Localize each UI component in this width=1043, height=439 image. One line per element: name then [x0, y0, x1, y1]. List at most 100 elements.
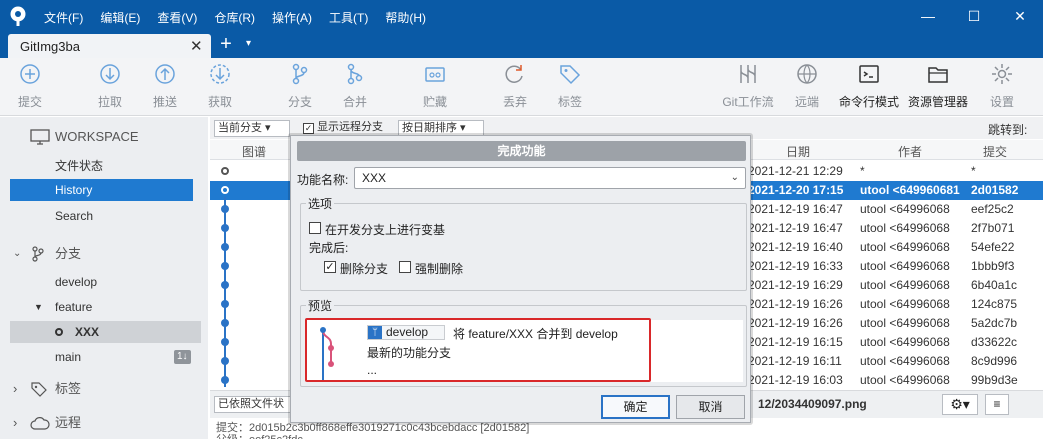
after-label: 完成后: — [309, 241, 349, 255]
menu-help[interactable]: 帮助(H) — [385, 9, 426, 26]
cell-commit: 6b40a1c — [971, 278, 1018, 292]
expand-chevron-icon[interactable]: › — [13, 378, 17, 400]
minimize-button[interactable]: — — [905, 0, 951, 32]
sidebar-item-feature[interactable]: ▼ feature — [0, 296, 208, 318]
tags-label: 标签 — [55, 381, 82, 396]
cell-commit: eef25c2 — [971, 202, 1014, 216]
cloud-icon — [30, 417, 50, 430]
branch-icon — [32, 246, 44, 262]
cell-author: utool <64996068 — [860, 278, 950, 292]
tab-title: GitImg3ba — [20, 39, 80, 54]
discard-icon — [505, 65, 523, 83]
git-flow-button[interactable]: Git工作流 — [720, 62, 776, 112]
cell-author: utool <64996068 — [860, 240, 950, 254]
merge-icon — [347, 63, 363, 85]
explorer-button[interactable]: 资源管理器 — [907, 62, 969, 112]
branches-label: 分支 — [55, 246, 82, 261]
sidebar-remotes-header[interactable]: › 远程 — [0, 412, 208, 434]
delete-branch-label: 删除分支 — [340, 262, 389, 276]
ok-button[interactable]: 确定 — [601, 395, 670, 419]
feature-label: feature — [55, 300, 93, 314]
discard-label: 丢弃 — [502, 95, 527, 109]
sidebar-item-history[interactable]: History — [10, 179, 193, 201]
col-author[interactable]: 作者 — [898, 143, 922, 160]
cell-date: 2021-12-19 16:26 — [748, 297, 843, 311]
sidebar-item-search[interactable]: Search — [0, 205, 208, 227]
menu-actions[interactable]: 操作(A) — [272, 9, 312, 26]
workspace-label: WORKSPACE — [55, 129, 139, 144]
gear-icon[interactable]: ⚙▾ — [942, 394, 978, 415]
stash-button[interactable]: 贮藏 — [415, 62, 455, 112]
tab-bar: GitImg3ba ✕ + ▾ — [0, 32, 1043, 58]
fetch-button[interactable]: 获取 — [200, 62, 240, 112]
sidebar-item-file-status[interactable]: 文件状态 — [0, 155, 208, 177]
cancel-button[interactable]: 取消 — [676, 395, 745, 419]
menu-repository[interactable]: 仓库(R) — [214, 9, 255, 26]
cell-author: utool <64996068 — [860, 221, 950, 235]
title-bar: 文件(F) 编辑(E) 查看(V) 仓库(R) 操作(A) 工具(T) 帮助(H… — [0, 0, 1043, 32]
tag-icon — [31, 382, 47, 397]
commit-button[interactable]: 提交 — [10, 62, 50, 112]
sidebar-branches-header[interactable]: ⌄ 分支 — [0, 243, 208, 265]
menu-view[interactable]: 查看(V) — [157, 9, 197, 26]
branch-button[interactable]: 分支 — [280, 62, 320, 112]
cell-commit: 1bbb9f3 — [971, 259, 1015, 273]
maximize-button[interactable]: ☐ — [951, 0, 997, 32]
remotes-label: 远程 — [55, 415, 82, 430]
menu-bar: 文件(F) 编辑(E) 查看(V) 仓库(R) 操作(A) 工具(T) 帮助(H… — [44, 9, 443, 26]
settings-button[interactable]: 设置 — [982, 62, 1022, 112]
col-graph[interactable]: 图谱 — [242, 143, 266, 160]
terminal-button[interactable]: 命令行模式 — [838, 62, 900, 112]
more-icon[interactable]: ≡ — [985, 394, 1009, 415]
stash-label: 贮藏 — [422, 95, 447, 109]
branch-label: 分支 — [287, 95, 312, 109]
commit-node-icon — [221, 167, 229, 175]
preview-group: 预览 ᛘ develop 将 feature/XXX 合并到 develop 最新… — [300, 297, 747, 387]
explorer-label: 资源管理器 — [907, 95, 968, 109]
remote-label: 远端 — [794, 95, 819, 109]
cell-commit: 8c9d996 — [971, 354, 1018, 368]
branch-filter-select[interactable]: 当前分支 ▾ — [214, 120, 290, 137]
merge-button[interactable]: 合并 — [335, 62, 375, 112]
dialog-title: 完成功能 — [297, 141, 746, 161]
tag-button[interactable]: 标签 — [550, 62, 590, 112]
finish-feature-dialog: 完成功能 功能名称: XXX ⌄ 选项 在开发分支上进行变基 完成后: ✓ 删除分… — [290, 135, 751, 423]
new-tab-button[interactable]: + — [216, 32, 236, 56]
commit-node-icon — [221, 186, 229, 194]
jump-to-label[interactable]: 跳转到: — [988, 121, 1027, 138]
push-button[interactable]: 推送 — [145, 62, 185, 112]
feature-name-select[interactable]: XXX ⌄ — [354, 167, 746, 189]
sidebar-item-main[interactable]: main 1↓ — [0, 346, 208, 368]
rebase-label: 在开发分支上进行变基 — [325, 223, 446, 237]
cell-commit: d33622c — [971, 335, 1018, 349]
cell-date: 2021-12-19 16:15 — [748, 335, 843, 349]
menu-edit[interactable]: 编辑(E) — [100, 9, 140, 26]
close-window-button[interactable]: ✕ — [997, 0, 1043, 32]
collapse-chevron-icon[interactable]: ▼ — [34, 296, 43, 318]
menu-tools[interactable]: 工具(T) — [329, 9, 368, 26]
force-delete-checkbox[interactable] — [399, 261, 411, 273]
delete-branch-checkbox[interactable]: ✓ — [324, 261, 336, 273]
feature-name-label: 功能名称: — [297, 173, 349, 187]
col-commit[interactable]: 提交 — [983, 143, 1007, 160]
menu-file[interactable]: 文件(F) — [44, 9, 83, 26]
show-remote-label: 显示远程分支 — [317, 121, 384, 133]
tag-icon — [560, 65, 581, 85]
remote-button[interactable]: 远端 — [787, 62, 827, 112]
sidebar-item-xxx[interactable]: XXX — [10, 321, 201, 343]
tab-repository[interactable]: GitImg3ba ✕ — [8, 34, 211, 58]
tab-menu-chevron-icon[interactable]: ▾ — [246, 38, 251, 49]
expand-chevron-icon[interactable]: ⌄ — [13, 243, 21, 265]
tab-close-icon[interactable]: ✕ — [190, 37, 203, 55]
expand-chevron-icon[interactable]: › — [13, 412, 17, 434]
sidebar-workspace[interactable]: WORKSPACE — [0, 126, 208, 148]
col-date[interactable]: 日期 — [786, 143, 810, 160]
pull-button[interactable]: 拉取 — [90, 62, 130, 112]
sidebar-tags-header[interactable]: › 标签 — [0, 378, 208, 400]
file-sort-select[interactable]: 已依照文件状 — [214, 396, 292, 413]
rebase-checkbox[interactable] — [309, 222, 321, 234]
discard-button[interactable]: 丢弃 — [495, 62, 535, 112]
sidebar-item-develop[interactable]: develop — [0, 271, 208, 293]
globe-icon — [797, 64, 817, 84]
cell-date: 2021-12-19 16:29 — [748, 278, 843, 292]
